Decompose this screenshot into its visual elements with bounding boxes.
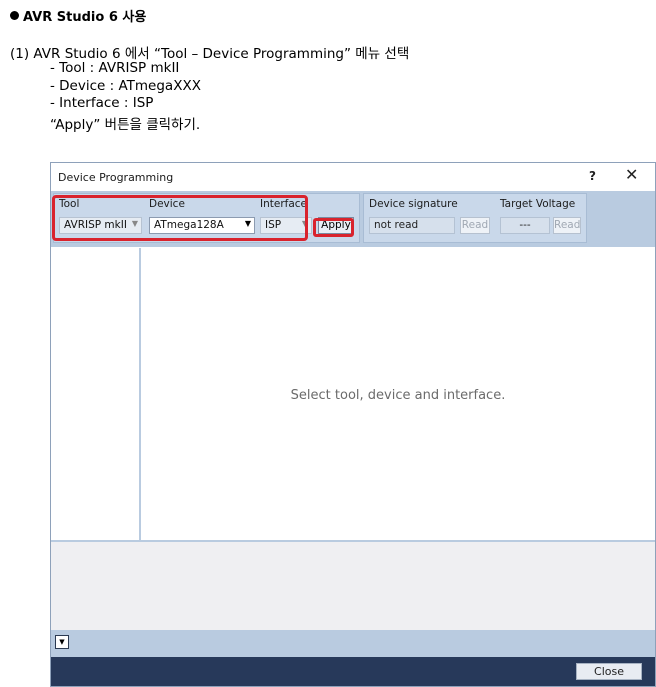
device-info-group: Device signature not read Read Target Vo… (363, 193, 587, 243)
expand-icon[interactable]: ▼ (55, 635, 69, 649)
read-signature-button[interactable]: Read (460, 217, 490, 234)
instruction-tool: - Tool : AVRISP mkII (50, 60, 180, 76)
bullet-icon (10, 11, 19, 20)
main-content-pane: Select tool, device and interface. (141, 248, 655, 540)
highlight-box-apply (313, 218, 354, 237)
dialog-footer: Close (51, 657, 655, 686)
doc-heading-text: AVR Studio 6 사용 (23, 10, 147, 25)
doc-heading: AVR Studio 6 사용 (10, 6, 146, 25)
dialog-titlebar: Device Programming ? ✕ (51, 163, 655, 191)
instruction-interface: - Interface : ISP (50, 95, 154, 111)
read-voltage-button[interactable]: Read (553, 217, 581, 234)
instruction-device: - Device : ATmegaXXX (50, 78, 201, 94)
device-signature-field: not read (369, 217, 455, 234)
output-pane (51, 540, 655, 632)
help-icon[interactable]: ? (589, 169, 596, 183)
expander-bar: ▼ (51, 630, 655, 657)
device-signature-label: Device signature (369, 198, 458, 210)
placeholder-message: Select tool, device and interface. (290, 388, 506, 403)
dialog-title: Device Programming (58, 171, 174, 184)
instruction-apply: “Apply” 버튼을 클릭하기. (50, 117, 201, 133)
target-voltage-field: --- (500, 217, 550, 234)
navigation-pane (51, 248, 141, 540)
step-text: (1) AVR Studio 6 에서 “Tool – Device Progr… (10, 46, 410, 62)
close-button[interactable]: Close (576, 663, 642, 680)
highlight-box-selection (52, 195, 308, 241)
target-voltage-label: Target Voltage (500, 198, 576, 210)
close-icon[interactable]: ✕ (625, 165, 638, 184)
